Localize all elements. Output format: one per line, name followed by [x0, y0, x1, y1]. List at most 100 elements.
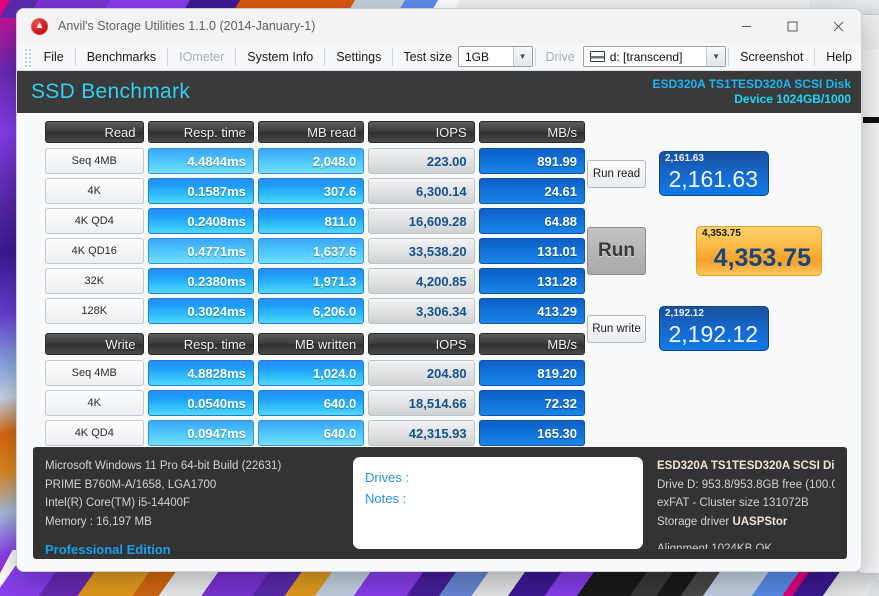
- score-spacer-bottom: [587, 276, 857, 306]
- menu-benchmarks[interactable]: Benchmarks: [78, 46, 165, 68]
- col-mb-written: MB written: [257, 333, 365, 355]
- table-row: 32K 0.2380ms 1,971.3 4,200.85 131.28: [45, 268, 586, 294]
- cell-iops: 33,538.20: [368, 238, 475, 264]
- device-info-line2: Device 1024GB/1000: [734, 92, 851, 106]
- drive-name: ESD320A TS1TESD320A SCSI Disk Device: [657, 460, 835, 472]
- table-row: 4K 0.1587ms 307.6 6,300.14 24.61: [45, 178, 586, 204]
- menu-separator: [392, 47, 394, 66]
- table-row: Seq 4MB 4.8828ms 1,024.0 204.80 819.20: [45, 360, 586, 386]
- row-label: Seq 4MB: [45, 148, 144, 174]
- desktop: ▲ Anvil's Storage Utilities 1.1.0 (2014-…: [0, 0, 879, 596]
- menu-file[interactable]: File: [35, 46, 73, 68]
- menu-separator: [74, 47, 76, 66]
- page-title: SSD Benchmark: [31, 80, 191, 103]
- menu-iometer: IOmeter: [179, 49, 225, 64]
- cell-mb: 811.0: [257, 208, 365, 234]
- cell-resp: 0.2408ms: [147, 208, 254, 234]
- score-spacer-top: [587, 121, 857, 151]
- cell-iops: 204.80: [368, 360, 475, 386]
- read-benchmark-table: Read Resp. time MB read IOPS MB/s Seq 4M…: [45, 121, 586, 328]
- cell-iops: 4,200.85: [368, 268, 475, 294]
- cell-iops: 3,306.34: [368, 298, 475, 324]
- minimize-button[interactable]: [723, 9, 769, 43]
- row-label: 4K QD16: [45, 238, 144, 264]
- drives-label: Drives :: [365, 470, 410, 485]
- table-row: 4K 0.0540ms 640.0 18,514.66 72.32: [45, 390, 586, 416]
- table-row: 128K 0.3024ms 6,206.0 3,306.34 413.29: [45, 298, 586, 324]
- cell-mbs: 24.61: [478, 178, 586, 204]
- cell-resp: 0.3024ms: [147, 298, 254, 324]
- drive-label: Drive: [545, 49, 575, 64]
- test-size-select[interactable]: 1GB ▼: [457, 46, 533, 67]
- drive-info-spacer: [657, 532, 835, 540]
- read-score-value: 2,161.63: [668, 166, 758, 192]
- drive-select[interactable]: d: [transcend] ▼: [582, 46, 727, 67]
- system-info: Microsoft Windows 11 Pro 64-bit Build (2…: [45, 457, 345, 557]
- row-label: Seq 4MB: [45, 360, 144, 386]
- cell-resp: 0.0947ms: [147, 420, 254, 446]
- menu-settings[interactable]: Settings: [327, 46, 390, 68]
- cell-mb: 1,971.3: [257, 268, 365, 294]
- col-iops: IOPS: [368, 121, 475, 143]
- cell-mbs: 819.20: [478, 360, 586, 386]
- total-score-small: 4,353.75: [702, 228, 741, 239]
- background-window-bar: [863, 117, 879, 123]
- system-board: PRIME B760M-A/1658, LGA1700: [45, 478, 217, 491]
- menubar: File Benchmarks IOmeter System Info Sett…: [17, 43, 861, 71]
- cell-mb: 307.6: [257, 178, 365, 204]
- menu-separator: [235, 47, 237, 66]
- menu-system-info[interactable]: System Info: [238, 46, 322, 68]
- close-button[interactable]: [815, 9, 861, 43]
- notes-label: Notes :: [365, 491, 407, 507]
- table-row: 4K QD4 0.0947ms 640.0 42,315.93 165.30: [45, 420, 586, 446]
- chevron-down-icon[interactable]: ▼: [706, 47, 726, 66]
- cell-mbs: 131.01: [478, 238, 586, 264]
- menu-separator: [534, 47, 536, 66]
- window-title: Anvil's Storage Utilities 1.1.0 (2014-Ja…: [58, 19, 316, 33]
- col-resp-time: Resp. time: [147, 121, 254, 143]
- total-score-value: 4,353.75: [713, 244, 811, 272]
- read-score-row: Run read 2,161.63 2,161.63: [587, 151, 857, 196]
- test-size-value: 1GB: [464, 49, 489, 64]
- menu-separator: [728, 47, 730, 66]
- write-score-value: 2,192.12: [668, 321, 758, 347]
- col-resp-time: Resp. time: [147, 333, 254, 355]
- cell-mb: 2,048.0: [257, 148, 365, 174]
- table-header-row: Write Resp. time MB written IOPS MB/s: [45, 333, 586, 355]
- maximize-button[interactable]: [769, 9, 815, 43]
- menubar-grip[interactable]: [23, 46, 32, 67]
- menu-help[interactable]: Help: [817, 46, 861, 68]
- table-row: Seq 4MB 4.4844ms 2,048.0 223.00 891.99: [45, 148, 586, 174]
- run-read-button[interactable]: Run read: [587, 159, 646, 188]
- menu-separator: [324, 47, 326, 66]
- menu-screenshot[interactable]: Screenshot: [731, 46, 812, 68]
- cell-resp: 4.8828ms: [147, 360, 254, 386]
- cell-mb: 6,206.0: [257, 298, 365, 324]
- chevron-down-icon[interactable]: ▼: [512, 47, 532, 66]
- row-label: 4K QD4: [45, 208, 144, 234]
- read-score-box: 2,161.63 2,161.63: [659, 151, 769, 196]
- col-read: Read: [45, 121, 144, 143]
- device-info-line1: ESD320A TS1TESD320A SCSI Disk: [652, 77, 851, 91]
- run-write-button[interactable]: Run write: [587, 314, 646, 343]
- row-label: 32K: [45, 268, 144, 294]
- cell-mbs: 891.99: [478, 148, 586, 174]
- run-button[interactable]: Run: [587, 227, 646, 275]
- row-label: 4K QD4: [45, 420, 144, 446]
- benchmark-body: Read Resp. time MB read IOPS MB/s Seq 4M…: [17, 113, 861, 571]
- drive-capacity: Drive D: 953.8/953.8GB free (100.0%): [657, 478, 835, 491]
- cell-iops: 6,300.14: [368, 178, 475, 204]
- drive-alignment: Alignment 1024KB OK: [657, 542, 773, 550]
- cell-mb: 640.0: [257, 420, 365, 446]
- drive-icon: [589, 51, 605, 62]
- cell-iops: 18,514.66: [368, 390, 475, 416]
- cell-mbs: 72.32: [478, 390, 586, 416]
- anvil-storage-utilities-window: ▲ Anvil's Storage Utilities 1.1.0 (2014-…: [16, 8, 862, 572]
- write-score-box: 2,192.12 2,192.12: [659, 306, 769, 351]
- benchmark-header: SSD Benchmark ESD320A TS1TESD320A SCSI D…: [17, 71, 861, 113]
- notes-textbox[interactable]: Drives : Notes :: [353, 457, 643, 549]
- drive-driver-label: Storage driver: [657, 515, 730, 528]
- cell-mbs: 413.29: [478, 298, 586, 324]
- score-spacer-mid: [587, 196, 857, 226]
- system-os: Microsoft Windows 11 Pro 64-bit Build (2…: [45, 460, 282, 472]
